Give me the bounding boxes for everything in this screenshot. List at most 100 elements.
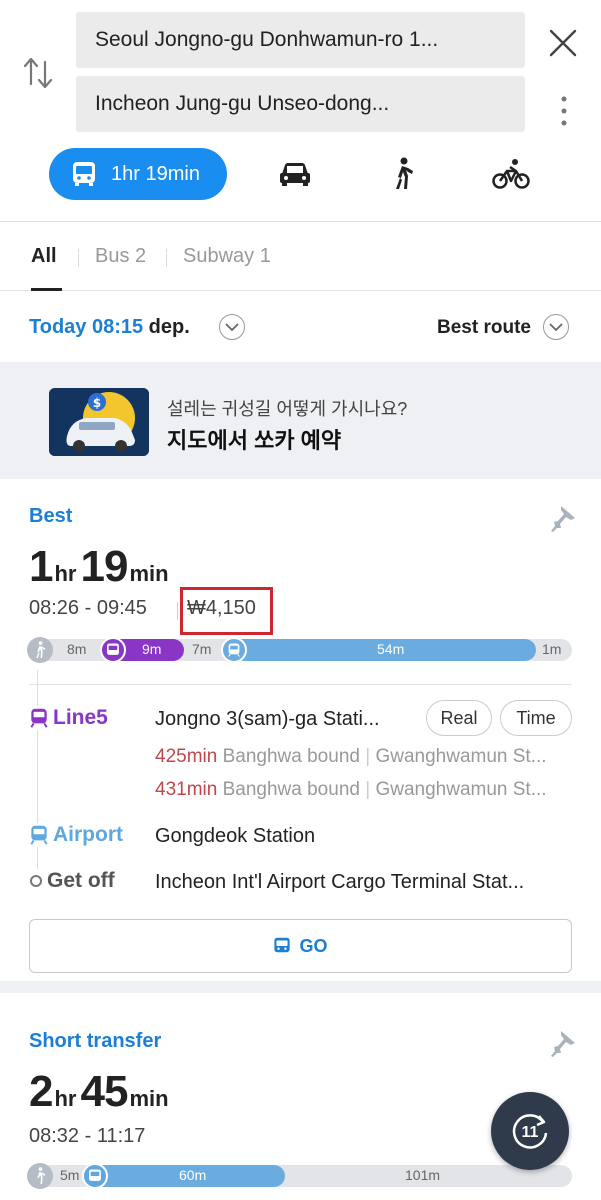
segment-label: 8m bbox=[67, 641, 87, 657]
go-label: GO bbox=[299, 935, 328, 956]
refresh-icon: 11 bbox=[512, 1114, 548, 1149]
duration-min-unit: min bbox=[129, 561, 169, 586]
departure-time-dropdown[interactable] bbox=[219, 314, 245, 340]
card-divider bbox=[29, 684, 572, 685]
segment-label: 5m bbox=[60, 1167, 80, 1183]
chevron-down-icon bbox=[549, 322, 563, 331]
transfer-line-text: Airport bbox=[53, 823, 123, 846]
swap-icon[interactable] bbox=[22, 54, 54, 92]
subway-icon bbox=[228, 643, 240, 657]
tab-all[interactable]: All bbox=[31, 245, 57, 268]
arrival-bound: Banghwa bound bbox=[217, 746, 360, 767]
departure-time-value: Today 08:15 bbox=[29, 316, 144, 338]
pin-icon[interactable] bbox=[551, 504, 577, 534]
duration-min-unit: min bbox=[129, 1086, 169, 1111]
bus-icon bbox=[107, 643, 119, 655]
timetable-button[interactable]: Time bbox=[500, 700, 572, 736]
walk-segment-icon bbox=[27, 637, 53, 663]
bus-segment-icon bbox=[100, 637, 126, 663]
departure-options: Today 08:15 dep. Best route bbox=[0, 292, 601, 362]
walk-segment-icon bbox=[27, 1163, 53, 1189]
tab-active-indicator bbox=[31, 288, 62, 291]
more-icon[interactable] bbox=[554, 94, 574, 128]
bus-segment-icon bbox=[82, 1163, 108, 1189]
departure-suffix: dep. bbox=[143, 316, 190, 338]
walk-icon bbox=[37, 1167, 46, 1184]
route-duration: 2hr45min bbox=[29, 1067, 173, 1117]
sort-option-label[interactable]: Best route bbox=[437, 317, 531, 339]
segment-label: 101m bbox=[405, 1167, 441, 1183]
route-search-header: Seoul Jongno-gu Donhwamun-ro 1... Incheo… bbox=[0, 0, 601, 222]
transfer-step[interactable]: Airport Gongdeok Station bbox=[29, 817, 572, 853]
sort-dropdown[interactable] bbox=[543, 314, 569, 340]
arrival-info: 425min Banghwa bound | Gwanghwamun St... bbox=[155, 746, 547, 767]
arrival-minutes: 425min bbox=[155, 746, 218, 767]
promo-banner[interactable]: $ 설레는 귀성길 어떻게 가시나요? 지도에서 쏘카 예약 bbox=[0, 362, 601, 479]
banner-title: 지도에서 쏘카 예약 bbox=[167, 428, 342, 453]
segment-label: 60m bbox=[179, 1167, 207, 1183]
mode-transit-button[interactable]: 1hr 19min bbox=[49, 148, 227, 200]
subway-icon bbox=[30, 825, 48, 845]
close-icon[interactable] bbox=[546, 26, 580, 60]
arrival-minutes: 431min bbox=[155, 779, 218, 800]
route-card-best[interactable]: Best 1hr19min 08:26 - 09:45 ₩4,150 8m 9m… bbox=[0, 480, 601, 993]
departure-time[interactable]: Today 08:15 dep. bbox=[29, 316, 190, 339]
transport-mode-bar: 1hr 19min bbox=[0, 148, 601, 200]
route-segment-bar: 5m 60m 101m bbox=[27, 1163, 572, 1189]
arrival-next-station: Gwanghwamun St... bbox=[375, 746, 547, 767]
getoff-step[interactable]: Get off Incheon Int'l Airport Cargo Term… bbox=[29, 863, 572, 899]
go-button[interactable]: GO bbox=[29, 919, 572, 973]
arrival-next-station: Gwanghwamun St... bbox=[375, 779, 547, 800]
line-label-text: Line5 bbox=[53, 706, 108, 729]
walk-icon bbox=[36, 641, 46, 658]
getoff-label-text: Get off bbox=[47, 869, 115, 892]
getoff-label: Get off bbox=[29, 869, 119, 893]
walk-icon bbox=[396, 157, 413, 189]
route-segment-bar: 8m 9m 7m 54m 1m bbox=[27, 637, 572, 663]
line-label: Line5 bbox=[29, 706, 112, 730]
refresh-count: 11 bbox=[522, 1124, 539, 1141]
tab-separator bbox=[78, 249, 79, 267]
mode-car-button[interactable] bbox=[275, 156, 315, 192]
arrival-info: 431min Banghwa bound | Gwanghwamun St... bbox=[155, 779, 547, 800]
arrival-bound: Banghwa bound bbox=[217, 779, 360, 800]
duration-hr-unit: hr bbox=[54, 1086, 77, 1111]
car-icon bbox=[280, 163, 310, 186]
bus-icon bbox=[73, 162, 95, 186]
duration-hours: 1 bbox=[29, 542, 54, 591]
duration-hours: 2 bbox=[29, 1067, 54, 1116]
mode-bike-button[interactable] bbox=[491, 156, 531, 192]
subway-icon bbox=[30, 708, 48, 728]
banner-subtitle: 설레는 귀성길 어떻게 가시나요? bbox=[167, 399, 408, 419]
tab-subway[interactable]: Subway 1 bbox=[183, 245, 271, 268]
mode-walk-button[interactable] bbox=[383, 156, 423, 192]
segment-label: 9m bbox=[142, 641, 162, 657]
segment-label: 1m bbox=[542, 641, 562, 657]
socar-banner-image: $ bbox=[49, 388, 149, 456]
boarding-step[interactable]: Line5 Jongno 3(sam)-ga Stati... Real Tim… bbox=[29, 700, 572, 736]
realtime-button[interactable]: Real bbox=[426, 700, 492, 736]
origin-field[interactable]: Seoul Jongno-gu Donhwamun-ro 1... bbox=[76, 12, 525, 68]
transit-time-label: 1hr 19min bbox=[111, 162, 200, 185]
pin-icon[interactable] bbox=[551, 1029, 577, 1059]
route-tag: Best bbox=[29, 505, 73, 527]
fare-separator bbox=[177, 602, 178, 620]
chevron-down-icon bbox=[225, 322, 239, 331]
tab-bus[interactable]: Bus 2 bbox=[95, 245, 146, 268]
route-tag: Short transfer bbox=[29, 1030, 162, 1052]
destination-dot-icon bbox=[30, 875, 42, 887]
fare-highlight-box bbox=[180, 587, 273, 635]
route-filter-tabs: All Bus 2 Subway 1 bbox=[0, 223, 601, 291]
refresh-button[interactable]: 11 bbox=[491, 1092, 569, 1170]
bus-icon bbox=[89, 1169, 101, 1181]
duration-hr-unit: hr bbox=[54, 561, 77, 586]
tab-separator bbox=[166, 249, 167, 267]
route-times: 08:26 - 09:45 bbox=[29, 597, 147, 619]
transfer-line-label: Airport bbox=[29, 823, 127, 847]
destination-field[interactable]: Incheon Jung-gu Unseo-dong... bbox=[76, 76, 525, 132]
duration-minutes: 45 bbox=[80, 1067, 128, 1116]
bus-icon bbox=[274, 937, 291, 953]
subway-segment-icon bbox=[221, 637, 247, 663]
segment-label: 54m bbox=[377, 641, 405, 657]
getoff-station: Incheon Int'l Airport Cargo Terminal Sta… bbox=[155, 871, 525, 893]
